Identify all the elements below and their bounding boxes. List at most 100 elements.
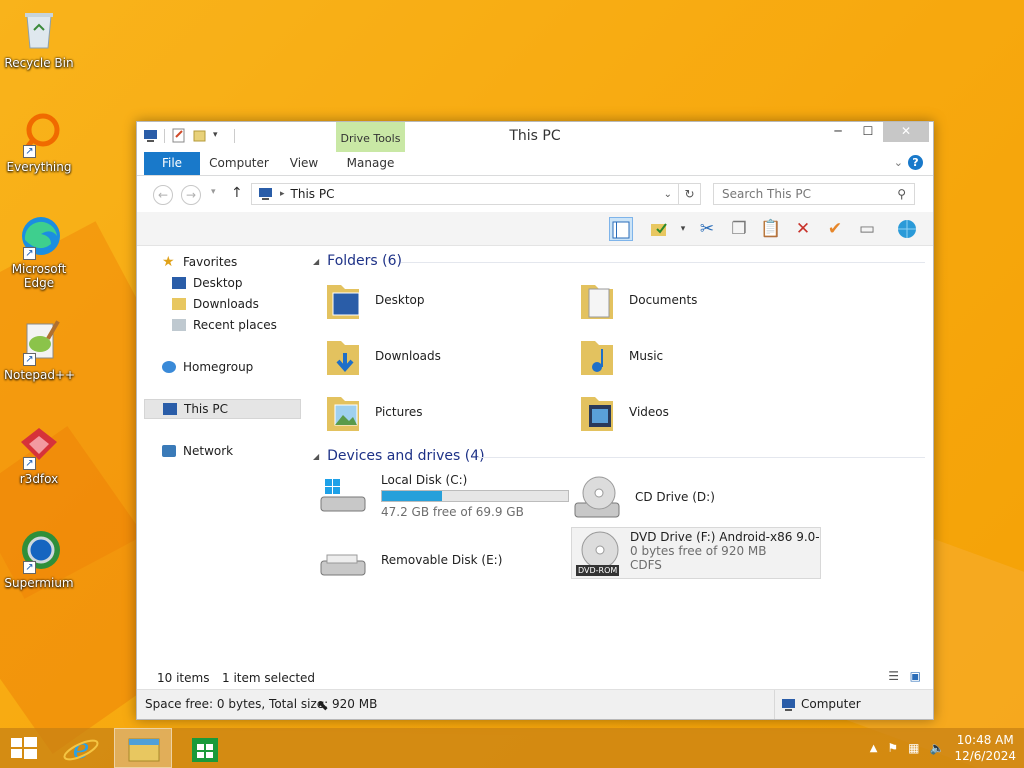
help-icon[interactable]: ? xyxy=(908,155,923,170)
preview-pane-icon[interactable] xyxy=(609,217,633,241)
network-status-icon[interactable]: ▦ xyxy=(908,741,919,755)
tab-file[interactable]: File xyxy=(144,152,200,175)
drive-cd-d[interactable]: CD Drive (D:) xyxy=(573,473,715,521)
nav-label: Favorites xyxy=(183,255,238,269)
nav-desktop[interactable]: Desktop xyxy=(172,274,243,292)
documents-folder-icon xyxy=(581,285,613,319)
volume-muted-icon[interactable]: 🔈 xyxy=(930,741,945,755)
folder-menu-chevron-icon[interactable]: ▾ xyxy=(671,217,695,241)
paste-icon[interactable]: 📋 xyxy=(759,217,783,241)
nav-label: This PC xyxy=(184,402,228,416)
folder-videos[interactable]: Videos xyxy=(577,391,669,433)
recent-locations-chevron-icon[interactable]: ▾ xyxy=(211,187,216,197)
svg-text:e: e xyxy=(73,732,90,765)
title-bar[interactable]: ▾ Drive Tools This PC ─ ☐ ✕ xyxy=(137,122,933,152)
close-button[interactable]: ✕ xyxy=(883,122,929,142)
drive-local-disk-c[interactable]: Local Disk (C:) 47.2 GB free of 69.9 GB xyxy=(319,473,569,519)
downloads-folder-icon xyxy=(327,341,359,375)
large-icons-view-icon[interactable]: ▣ xyxy=(910,669,921,683)
space-info: Space free: 0 bytes, Total size: 920 MB xyxy=(145,697,378,711)
expand-ribbon-chevron-icon[interactable]: ⌄ xyxy=(894,156,903,169)
nav-network[interactable]: Network xyxy=(162,442,233,460)
minimize-button[interactable]: ─ xyxy=(823,122,853,142)
properties-panel-icon[interactable]: ▭ xyxy=(855,217,879,241)
clock-date: 12/6/2024 xyxy=(954,749,1016,763)
desktop-icon-supermium[interactable]: ↗ Supermium xyxy=(4,528,74,590)
drives-group-header[interactable]: ◢ Devices and drives (4) xyxy=(313,448,485,464)
clock-time: 10:48 AM xyxy=(956,733,1014,747)
delete-icon[interactable]: ✕ xyxy=(791,217,815,241)
desktop-icon-notepadpp[interactable]: ↗ Notepad++ xyxy=(4,320,75,382)
selected-count: 1 item selected xyxy=(222,671,316,685)
this-pc-icon xyxy=(163,403,177,415)
music-folder-icon xyxy=(581,341,613,375)
cut-icon[interactable]: ✂ xyxy=(695,217,719,241)
r3dfox-icon: ↗ xyxy=(17,424,61,470)
tab-computer[interactable]: Computer xyxy=(207,152,271,175)
store-icon xyxy=(192,738,218,762)
pictures-folder-icon xyxy=(327,397,359,431)
refresh-icon[interactable]: ↻ xyxy=(678,184,700,204)
forward-button[interactable]: → xyxy=(181,185,201,205)
divider xyxy=(401,262,925,263)
desktop-icon-edge[interactable]: ↗ Microsoft Edge xyxy=(4,214,74,290)
breadcrumb-this-pc[interactable]: This PC xyxy=(291,187,335,201)
clock[interactable]: 10:48 AM 12/6/2024 xyxy=(954,732,1016,764)
nav-downloads[interactable]: Downloads xyxy=(172,295,259,313)
folder-documents[interactable]: Documents xyxy=(577,279,697,321)
details-bar: Space free: 0 bytes, Total size: 920 MB … xyxy=(137,689,933,719)
nav-this-pc[interactable]: This PC xyxy=(144,399,301,419)
nav-recent-places[interactable]: Recent places xyxy=(172,316,277,334)
nav-homegroup[interactable]: Homegroup xyxy=(162,358,253,376)
globe-icon[interactable] xyxy=(895,217,919,241)
drive-name: CD Drive (D:) xyxy=(635,490,715,504)
folder-label: Desktop xyxy=(375,293,425,307)
taskbar-file-explorer[interactable] xyxy=(114,728,172,768)
address-dropdown-icon[interactable]: ⌄ xyxy=(664,189,672,200)
show-hidden-icons-icon[interactable]: ▲ xyxy=(870,743,878,754)
start-button[interactable] xyxy=(0,728,48,768)
folder-check-icon[interactable] xyxy=(647,217,671,241)
taskbar-internet-explorer[interactable]: e xyxy=(52,728,110,768)
drive-free-space: 47.2 GB free of 69.9 GB xyxy=(381,505,524,519)
search-input[interactable]: Search This PC ⚲ xyxy=(713,183,915,205)
drive-dvd-f[interactable]: DVD-ROM DVD Drive (F:) Android-x86 9.0- … xyxy=(571,527,821,579)
everything-icon: ↗ xyxy=(17,112,61,158)
folder-music[interactable]: Music xyxy=(577,335,663,377)
drive-usage-fill xyxy=(382,491,442,501)
mouse-cursor-icon: ⬉ xyxy=(317,698,329,714)
desktop-icon-recycle-bin[interactable]: Recycle Bin xyxy=(4,8,74,70)
maximize-button[interactable]: ☐ xyxy=(853,122,883,142)
drive-name: Local Disk (C:) xyxy=(381,473,468,487)
folder-pictures[interactable]: Pictures xyxy=(323,391,423,433)
rename-check-icon[interactable]: ✔ xyxy=(823,217,847,241)
desktop-icon-label: Recycle Bin xyxy=(4,56,74,70)
item-count: 10 items xyxy=(157,671,210,685)
windows-logo-icon xyxy=(11,737,37,759)
group-title: Devices and drives (4) xyxy=(327,448,485,464)
desktop-icon-label: Microsoft Edge xyxy=(11,262,67,290)
breadcrumb-separator-icon: ▸ xyxy=(280,189,285,199)
action-center-flag-icon[interactable]: ⚑ xyxy=(887,741,898,755)
folders-group-header[interactable]: ◢ Folders (6) xyxy=(313,253,402,269)
content-pane: ◢ Folders (6) Desktop Documents Download… xyxy=(309,247,925,672)
tab-manage[interactable]: Manage xyxy=(336,152,405,175)
desktop-icon-everything[interactable]: ↗ Everything xyxy=(4,112,74,174)
details-view-icon[interactable]: ☰ xyxy=(888,669,899,683)
up-button[interactable]: ↑ xyxy=(231,185,243,201)
nav-favorites[interactable]: ★ Favorites xyxy=(162,253,237,271)
desktop-icon-r3dfox[interactable]: ↗ r3dfox xyxy=(4,424,74,486)
supermium-icon: ↗ xyxy=(17,528,61,574)
drive-removable-e[interactable]: Removable Disk (E:) xyxy=(319,539,502,581)
back-button[interactable]: ← xyxy=(153,185,173,205)
nav-label: Homegroup xyxy=(183,360,254,374)
address-bar[interactable]: ▸ This PC ⌄ ↻ xyxy=(251,183,701,205)
explorer-window: ▾ Drive Tools This PC ─ ☐ ✕ File Compute… xyxy=(136,121,934,720)
taskbar-store[interactable] xyxy=(176,728,234,768)
local-disk-icon xyxy=(320,479,366,512)
tab-view[interactable]: View xyxy=(284,152,324,175)
folder-downloads[interactable]: Downloads xyxy=(323,335,441,377)
copy-icon[interactable]: ❐ xyxy=(727,217,751,241)
recycle-bin-icon xyxy=(17,8,61,52)
folder-desktop[interactable]: Desktop xyxy=(323,279,425,321)
